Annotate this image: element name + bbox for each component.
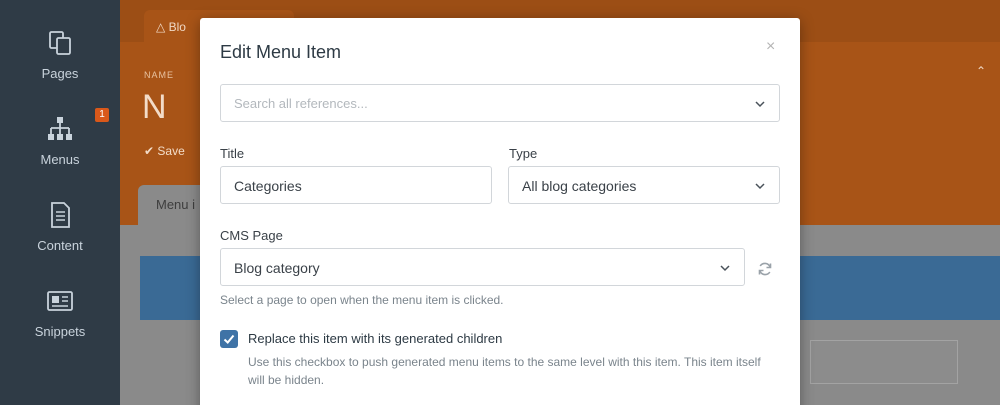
replace-children-label[interactable]: Replace this item with its generated chi…: [248, 331, 502, 346]
name-value: N: [142, 88, 167, 126]
type-value: All blog categories: [522, 178, 637, 194]
snippets-icon: [45, 286, 75, 316]
sitemap-icon: △: [156, 20, 166, 34]
refresh-icon[interactable]: [757, 261, 773, 277]
replace-children-checkbox[interactable]: [220, 330, 238, 348]
chevron-up-icon[interactable]: ⌃: [976, 64, 986, 78]
reference-search-select[interactable]: Search all references...: [220, 84, 780, 122]
menus-icon: [45, 114, 75, 144]
sidebar-item-label: Snippets: [34, 324, 86, 339]
chevron-down-icon: [755, 100, 765, 108]
content-icon: [45, 200, 75, 230]
name-label: NAME: [144, 70, 175, 80]
menus-badge: 1: [95, 108, 109, 122]
sidebar-item-label: Content: [37, 238, 83, 253]
modal-title: Edit Menu Item: [220, 42, 342, 62]
sidebar-item-label: Pages: [41, 66, 79, 81]
check-icon: ✔: [144, 144, 155, 158]
chevron-down-icon: [755, 182, 765, 190]
sidebar-item-content[interactable]: Content: [0, 200, 120, 253]
chevron-down-icon: [720, 264, 730, 272]
title-input[interactable]: Categories: [220, 166, 492, 204]
add-item-box[interactable]: [810, 340, 958, 384]
sidebar: Pages Menus 1 Content Snippets: [0, 0, 120, 405]
sidebar-item-snippets[interactable]: Snippets: [0, 286, 120, 339]
cms-page-label: CMS Page: [220, 228, 283, 243]
cms-page-help: Select a page to open when the menu item…: [220, 293, 504, 307]
edit-menu-item-modal: Edit Menu Item × Search all references..…: [200, 18, 800, 405]
cms-page-select[interactable]: Blog category: [220, 248, 745, 286]
sidebar-item-pages[interactable]: Pages: [0, 28, 120, 81]
cms-page-value: Blog category: [234, 260, 320, 276]
replace-children-help: Use this checkbox to push generated menu…: [248, 355, 761, 387]
close-icon[interactable]: ×: [766, 38, 775, 56]
type-label: Type: [509, 146, 538, 161]
sidebar-item-label: Menus: [40, 152, 80, 167]
title-label: Title: [220, 146, 245, 161]
type-select[interactable]: All blog categories: [508, 166, 780, 204]
search-placeholder: Search all references...: [234, 96, 368, 111]
pages-icon: [45, 28, 75, 58]
save-button[interactable]: ✔ Save: [144, 144, 185, 158]
